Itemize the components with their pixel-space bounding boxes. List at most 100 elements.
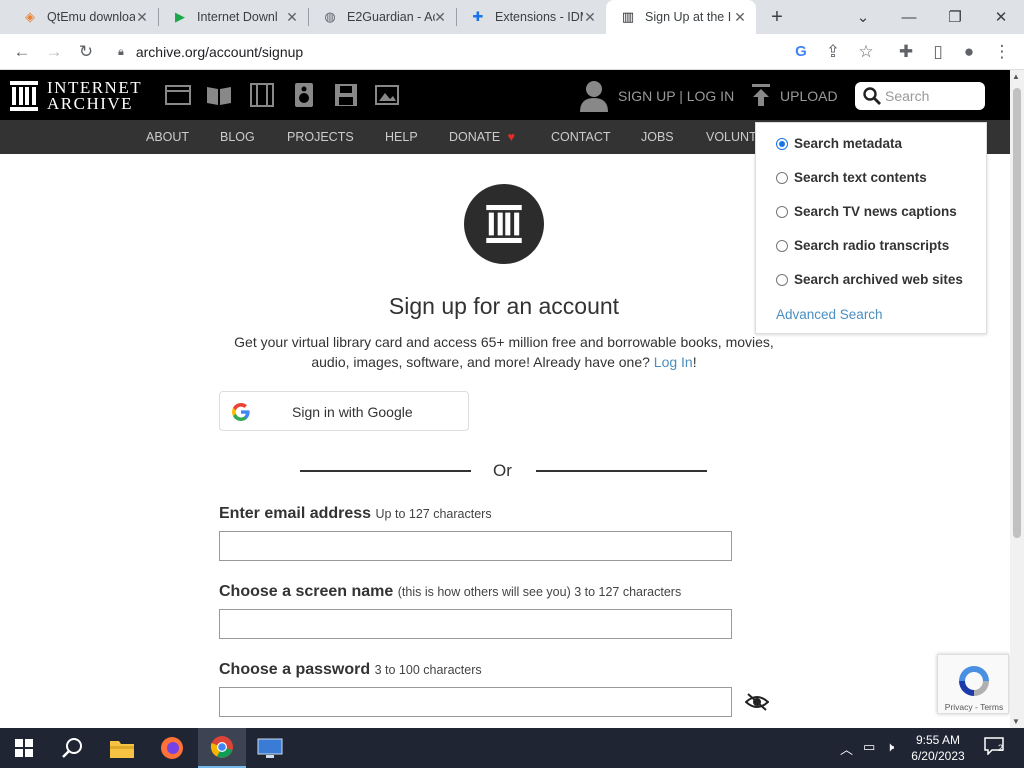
remote-desktop-icon[interactable] (246, 728, 294, 768)
intro-text: audio, images, software, and more! Alrea… (311, 354, 650, 370)
or-divider-text: Or (493, 461, 512, 480)
divider-left (300, 470, 471, 472)
scroll-up-arrow-icon[interactable]: ▲ (1012, 72, 1020, 81)
back-button[interactable]: ← (10, 40, 34, 64)
intro-line1: Get your virtual library card and access… (234, 334, 774, 350)
archive-logo-circle (464, 184, 544, 264)
clock-time: 9:55 AM (915, 733, 961, 747)
address-bar[interactable]: 🔒︎ archive.org/account/signup (108, 38, 888, 66)
firefox-icon[interactable] (148, 728, 196, 768)
option-label: Search text contents (794, 170, 927, 185)
software-floppy-icon[interactable] (333, 83, 359, 107)
file-explorer-icon[interactable] (98, 728, 146, 768)
web-icon[interactable] (165, 83, 191, 107)
network-icon[interactable]: ▭ (863, 739, 875, 755)
video-film-icon[interactable] (249, 83, 275, 107)
bookmark-star-icon[interactable]: ☆ (854, 40, 878, 64)
close-tab-icon[interactable]: ✕ (284, 9, 300, 25)
email-field[interactable] (219, 531, 732, 561)
volume-muted-icon[interactable]: 🕨︎ (886, 739, 894, 755)
close-tab-icon[interactable]: ✕ (582, 9, 598, 25)
images-icon[interactable] (375, 83, 401, 107)
scroll-down-arrow-icon[interactable]: ▼ (1012, 717, 1020, 726)
nav-projects[interactable]: PROJECTS (287, 130, 354, 144)
intro-line2: audio, images, software, and more! Alrea… (224, 352, 784, 372)
nav-blog[interactable]: BLOG (220, 130, 255, 144)
ia-logo[interactable]: INTERNET ARCHIVE (10, 79, 142, 112)
taskbar-search-icon[interactable] (48, 728, 96, 768)
option-label: Search metadata (794, 136, 903, 151)
scrollbar-thumb[interactable] (1013, 88, 1021, 538)
eye-slash-icon[interactable] (745, 692, 769, 712)
share-icon[interactable]: ⇪ (821, 40, 845, 64)
email-label-text: Enter email address (219, 505, 372, 522)
side-panel-icon[interactable]: ▯ (926, 40, 950, 64)
magnifier-icon (62, 738, 82, 758)
page-scrollbar[interactable]: ▲ ▼ (1010, 70, 1024, 728)
upload-icon[interactable] (752, 84, 770, 106)
nav-about[interactable]: ABOUT (146, 130, 189, 144)
extensions-puzzle-icon[interactable]: ✚ (894, 40, 918, 64)
search-option-radio-transcripts[interactable]: Search radio transcripts (776, 238, 949, 253)
recaptcha-links[interactable]: Privacy - Terms (938, 702, 1010, 712)
minimize-button[interactable]: — (886, 0, 932, 34)
option-label: Search archived web sites (794, 272, 963, 287)
forward-button[interactable]: → (42, 40, 66, 64)
google-signin-button[interactable]: Sign in with Google (219, 391, 469, 431)
nav-jobs[interactable]: JOBS (641, 130, 674, 144)
radio-button[interactable] (776, 137, 788, 150)
search-option-metadata[interactable]: Search metadata (776, 136, 902, 151)
texts-book-icon[interactable] (206, 83, 232, 107)
taskbar-clock[interactable]: 9:55 AM 6/20/2023 (908, 732, 968, 764)
restore-button[interactable]: ❐ (932, 0, 978, 34)
url-text[interactable]: archive.org/account/signup (136, 44, 303, 60)
search-input[interactable] (885, 88, 975, 104)
nav-contact[interactable]: CONTACT (551, 130, 611, 144)
screenname-field[interactable] (219, 609, 732, 639)
page-title: Sign up for an account (388, 293, 620, 319)
signup-login-link[interactable]: SIGN UP | LOG IN (618, 88, 734, 104)
notification-center-icon[interactable]: 2 (984, 737, 1004, 758)
tray-chevron-icon[interactable]: ︿ (840, 739, 853, 758)
search-option-tv-captions[interactable]: Search TV news captions (776, 204, 957, 219)
archive-icon: ▥ (621, 9, 635, 24)
tab-qtemu[interactable]: ◈ QtEmu downloa ✕ (8, 0, 159, 34)
radio-button[interactable] (776, 239, 788, 252)
chrome-icon[interactable] (198, 728, 246, 768)
close-window-button[interactable]: ✕ (978, 0, 1024, 34)
audio-speaker-icon[interactable] (291, 83, 317, 107)
ia-search-box[interactable] (855, 82, 985, 110)
nav-donate[interactable]: DONATE ♥ (449, 130, 515, 144)
close-tab-icon[interactable]: ✕ (432, 9, 448, 25)
screenname-hint: (this is how others will see you) 3 to 1… (397, 585, 682, 599)
user-icon[interactable] (580, 80, 608, 112)
radio-button[interactable] (776, 171, 788, 184)
idm-icon: ▶ (175, 9, 185, 24)
nav-help[interactable]: HELP (385, 130, 418, 144)
profile-avatar-icon[interactable]: ● (957, 40, 981, 64)
windows-start-icon[interactable] (0, 728, 48, 768)
tab-extensions[interactable]: ✚ Extensions - IDM ✕ (456, 0, 606, 34)
recaptcha-badge[interactable]: Privacy - Terms (937, 654, 1009, 714)
close-tab-icon[interactable]: ✕ (732, 9, 748, 25)
login-link[interactable]: Log In (654, 354, 693, 370)
tab-idm[interactable]: ▶ Internet Downl ✕ (158, 0, 309, 34)
nav-volunteer[interactable]: VOLUNT (706, 130, 757, 144)
archive-temple-icon (486, 205, 522, 243)
browser-menu-icon[interactable]: ⋮ (990, 40, 1014, 64)
tab-title: Internet Downl (197, 10, 278, 24)
close-tab-icon[interactable]: ✕ (134, 9, 150, 25)
google-translate-icon[interactable]: G (789, 40, 813, 64)
upload-link[interactable]: UPLOAD (780, 88, 838, 104)
tab-search-button[interactable]: ⌄ (840, 0, 886, 34)
globe-icon: ◍ (324, 9, 336, 24)
tab-archive-signup[interactable]: ▥ Sign Up at the I ✕ (606, 0, 756, 34)
reload-button[interactable]: ↻ (74, 40, 98, 64)
search-option-text-contents[interactable]: Search text contents (776, 170, 927, 185)
search-option-web-sites[interactable]: Search archived web sites (776, 272, 963, 287)
radio-button[interactable] (776, 273, 788, 286)
radio-button[interactable] (776, 205, 788, 218)
tab-e2guardian[interactable]: ◍ E2Guardian - Ac ✕ (308, 0, 457, 34)
password-field[interactable] (219, 687, 732, 717)
new-tab-button[interactable]: + (765, 5, 789, 29)
